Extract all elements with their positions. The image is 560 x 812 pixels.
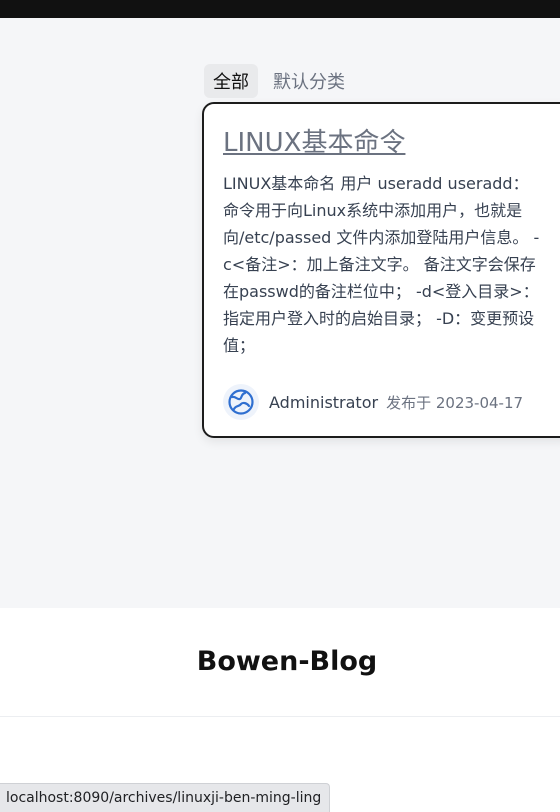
published-date-value: 2023-04-17 [435, 393, 524, 412]
post-excerpt: LINUX基本命名 用户 useradd useradd： 命令用于向Linux… [223, 174, 540, 355]
post-meta: Administrator 发布于 2023-04-17 [223, 384, 523, 420]
link-status-bar: localhost:8090/archives/linuxji-ben-ming… [0, 783, 331, 812]
category-tabs: 全部 默认分类 [204, 64, 354, 98]
footer-site-title: Bowen-Blog [196, 646, 378, 677]
published-prefix: 发布于 [386, 393, 432, 412]
published-date: 发布于 2023-04-17 [386, 392, 523, 413]
author-name[interactable]: Administrator [269, 393, 378, 412]
globe-icon [228, 389, 254, 415]
footer-divider [0, 716, 560, 717]
browser-top-bar [0, 0, 560, 18]
avatar[interactable] [223, 384, 259, 420]
post-card[interactable]: LINUX基本命令 LINUX基本命名 用户 useradd useradd： … [202, 102, 560, 438]
post-title-link[interactable]: LINUX基本命令 [223, 122, 405, 159]
site-footer: Bowen-Blog [0, 608, 560, 812]
tab-default-category[interactable]: 默认分类 [264, 64, 354, 98]
tab-all[interactable]: 全部 [204, 64, 258, 98]
